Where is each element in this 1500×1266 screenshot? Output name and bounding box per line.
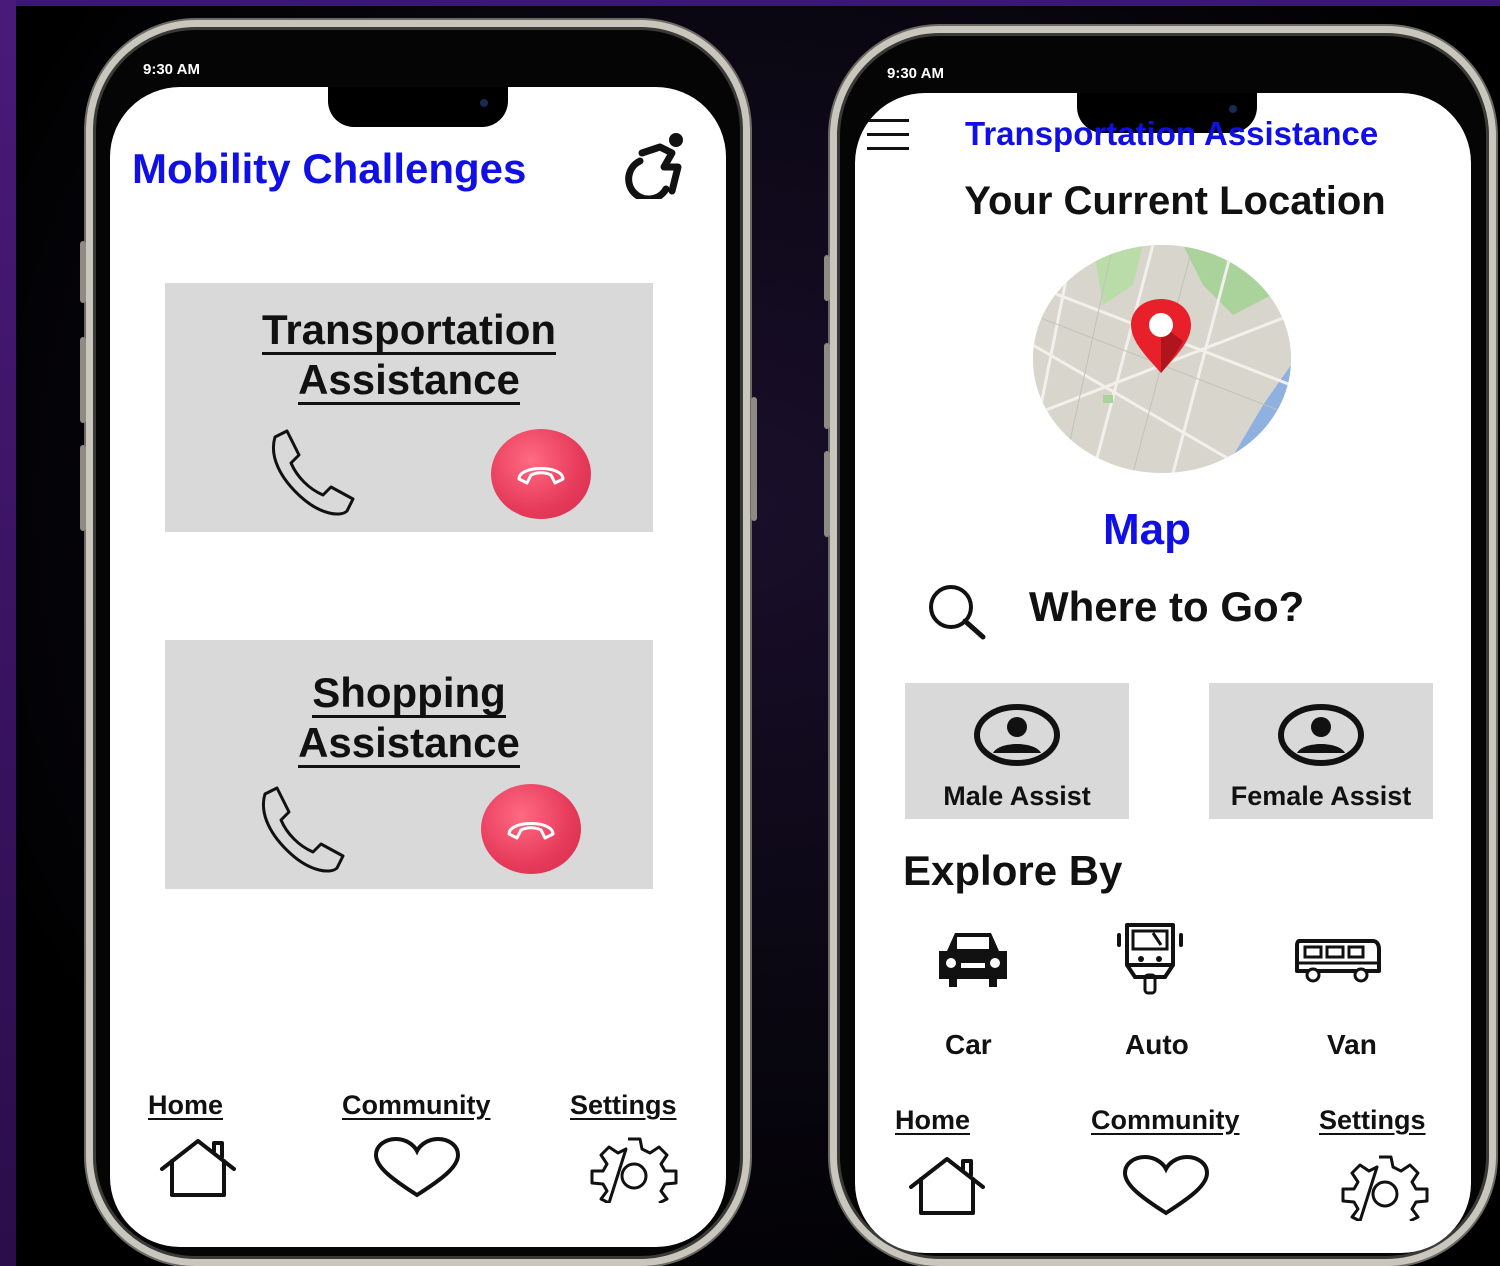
- search-input[interactable]: Where to Go?: [1029, 583, 1304, 631]
- call-icon[interactable]: [251, 784, 347, 874]
- end-call-button[interactable]: [491, 429, 591, 519]
- side-button: [80, 337, 86, 423]
- van-label[interactable]: Van: [1327, 1029, 1377, 1061]
- camera: [1229, 105, 1237, 113]
- auto-rickshaw-icon[interactable]: [1113, 919, 1187, 997]
- card-title[interactable]: Transportation Assistance: [165, 305, 653, 405]
- gear-icon[interactable]: [1341, 1155, 1429, 1221]
- notch: [328, 87, 508, 127]
- nav-settings-label[interactable]: Settings: [570, 1090, 677, 1121]
- side-button: [80, 241, 86, 303]
- call-icon[interactable]: [261, 427, 357, 517]
- card-title-line: Transportation: [261, 306, 557, 355]
- page-title: Mobility Challenges: [132, 145, 527, 192]
- car-icon[interactable]: [933, 927, 1013, 991]
- shopping-assistance-card[interactable]: Shopping Assistance: [165, 640, 653, 889]
- explore-heading: Explore By: [903, 847, 1123, 894]
- nav-community-label[interactable]: Community: [342, 1090, 491, 1121]
- phone-frame-right: 9:30 AM Transportation Assistance Your C…: [824, 26, 1496, 1266]
- hang-up-icon: [507, 822, 555, 840]
- hang-up-icon: [517, 467, 565, 485]
- location-heading: Your Current Location: [964, 179, 1386, 223]
- car-label[interactable]: Car: [945, 1029, 992, 1061]
- camera: [480, 99, 488, 107]
- side-button: [751, 397, 757, 521]
- nav-settings-label[interactable]: Settings: [1319, 1105, 1426, 1136]
- side-button: [824, 451, 830, 537]
- side-button: [80, 445, 86, 531]
- transportation-assistance-card[interactable]: Transportation Assistance: [165, 283, 653, 532]
- female-assist-button[interactable]: Female Assist: [1209, 683, 1433, 819]
- card-title-line: Assistance: [298, 719, 520, 768]
- female-assist-label: Female Assist: [1230, 781, 1412, 811]
- side-button: [824, 343, 830, 429]
- map-preview[interactable]: [1033, 245, 1291, 473]
- screen-mobility-challenges: Mobility Challenges Transportation Assis…: [110, 87, 726, 1247]
- user-avatar-icon: [1278, 704, 1364, 766]
- map-image: [1033, 245, 1291, 473]
- heart-icon[interactable]: [372, 1137, 462, 1199]
- nav-home-label[interactable]: Home: [148, 1090, 223, 1121]
- male-assist-button[interactable]: Male Assist: [905, 683, 1129, 819]
- side-button: [824, 255, 830, 301]
- map-label[interactable]: Map: [1103, 505, 1191, 555]
- home-icon[interactable]: [156, 1137, 240, 1199]
- status-time: 9:30 AM: [887, 65, 944, 82]
- card-title-line: Assistance: [298, 356, 520, 405]
- wheelchair-icon[interactable]: [620, 131, 692, 199]
- heart-icon[interactable]: [1121, 1155, 1211, 1217]
- card-title-line: Shopping: [312, 669, 506, 718]
- gear-icon[interactable]: [590, 1137, 678, 1203]
- nav-home-label[interactable]: Home: [895, 1105, 970, 1136]
- end-call-button[interactable]: [481, 784, 581, 874]
- screen-transportation-assistance: Transportation Assistance Your Current L…: [855, 93, 1471, 1253]
- auto-label[interactable]: Auto: [1125, 1029, 1189, 1061]
- status-time: 9:30 AM: [143, 61, 200, 78]
- phone-frame-left: 9:30 AM Mobility Challenges Transportati…: [80, 20, 757, 1266]
- user-avatar-icon: [974, 704, 1060, 766]
- nav-community-label[interactable]: Community: [1091, 1105, 1240, 1136]
- background-top-edge: [0, 0, 1500, 6]
- page-title: Transportation Assistance: [965, 115, 1379, 152]
- search-icon[interactable]: [925, 581, 987, 641]
- home-icon[interactable]: [905, 1155, 989, 1217]
- card-title[interactable]: Shopping Assistance: [165, 668, 653, 768]
- menu-icon[interactable]: [867, 119, 909, 153]
- background-left-edge: [0, 0, 16, 1266]
- van-icon[interactable]: [1293, 937, 1383, 985]
- male-assist-label: Male Assist: [943, 781, 1091, 811]
